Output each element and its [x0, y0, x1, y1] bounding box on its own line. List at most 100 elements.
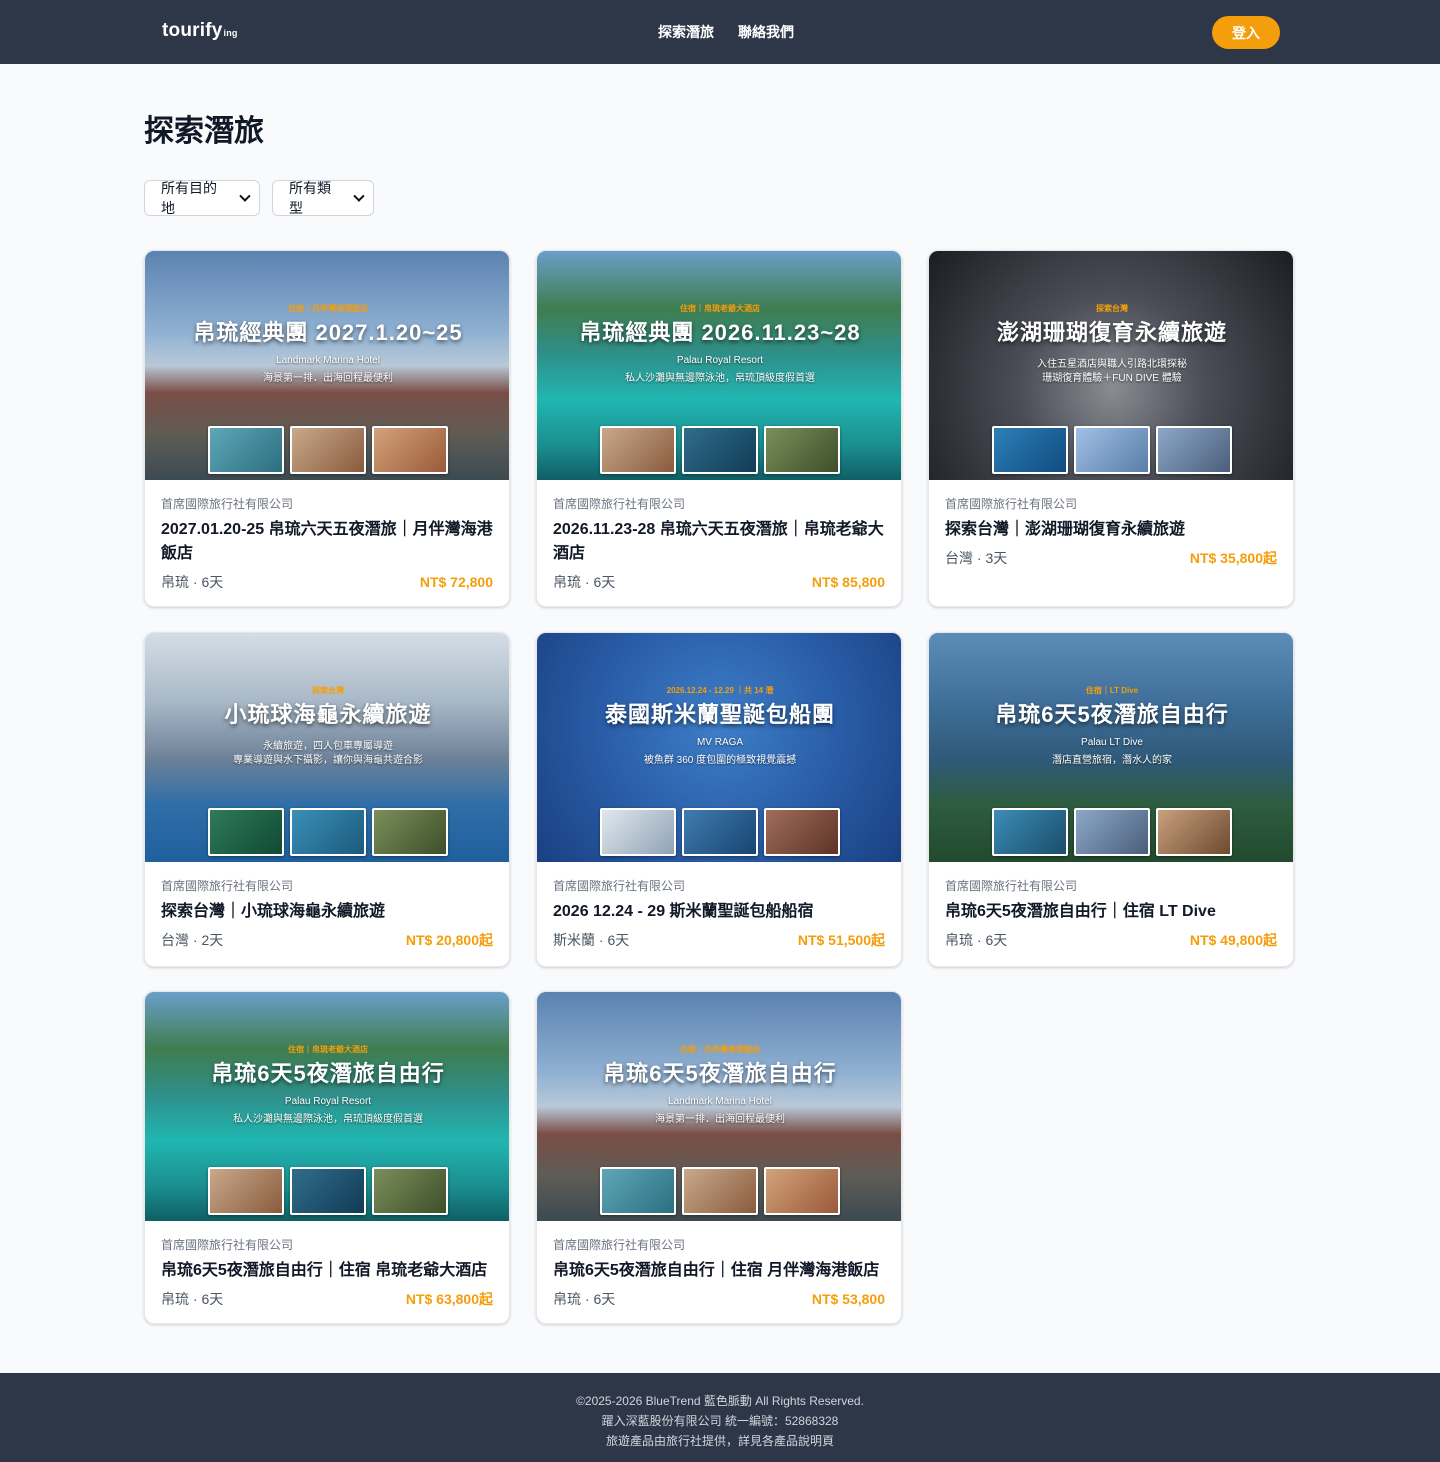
- tour-meta: 帛琉 · 6天 NT$ 63,800起: [161, 1289, 493, 1309]
- image-subtitle: MV RAGA: [696, 737, 744, 748]
- image-tag: 探索台灣: [1096, 304, 1128, 313]
- tour-location-duration: 帛琉 · 6天: [553, 1291, 616, 1307]
- tour-name[interactable]: 2026.11.23-28 帛琉六天五夜潛旅｜帛琉老爺大酒店: [553, 518, 885, 566]
- tour-name[interactable]: 探索台灣｜澎湖珊瑚復育永續旅遊: [945, 518, 1277, 542]
- thumbnail-photo: [290, 1167, 366, 1215]
- image-tag: 2026.12.24 - 12.29 ｜共 14 潛: [666, 686, 774, 695]
- thumbnail-photo: [290, 426, 366, 474]
- thumbnail-photo: [1074, 808, 1150, 856]
- tour-agency: 首席國際旅行社有限公司: [553, 497, 686, 511]
- tour-card[interactable]: 探索台灣 澎湖珊瑚復育永續旅遊 入住五星酒店與職人引路北環探秘 珊瑚復育體驗＋F…: [928, 250, 1294, 607]
- tour-price: NT$ 35,800起: [1189, 550, 1277, 566]
- image-title: 帛琉經典團 2026.11.23~28: [579, 320, 861, 345]
- image-thumbnails: [992, 426, 1232, 474]
- tour-card[interactable]: 探索台灣 小琉球海龜永續旅遊 永續旅遊，四人包車專屬導遊 專業導遊與水下攝影，讓…: [144, 632, 510, 967]
- tour-location-duration: 台灣 · 2天: [161, 932, 224, 948]
- tour-name[interactable]: 帛琉6天5夜潛旅自由行｜住宿 LT Dive: [945, 900, 1277, 924]
- image-subtitle: Landmark Marina Hotel: [668, 1096, 772, 1107]
- image-title: 小琉球海龜永續旅遊: [224, 702, 432, 727]
- nav-explore-dive-trips[interactable]: 探索潛旅: [658, 22, 714, 42]
- thumbnail-photo: [764, 1167, 840, 1215]
- tour-card-image: 住宿｜月伴灣海港飯店 帛琉6天5夜潛旅自由行 Landmark Marina H…: [537, 992, 901, 1221]
- image-caption: 海景第一排．出海回程最便利: [263, 373, 393, 384]
- thumbnail-photo: [600, 808, 676, 856]
- image-caption: 海景第一排．出海回程最便利: [655, 1114, 785, 1125]
- tour-card[interactable]: 2026.12.24 - 12.29 ｜共 14 潛 泰國斯米蘭聖誕包船團 MV…: [536, 632, 902, 967]
- tour-location-duration: 帛琉 · 6天: [945, 932, 1008, 948]
- footer-disclaimer: 旅遊產品由旅行社提供，詳見各產品說明頁: [605, 1434, 834, 1448]
- tour-card-image: 住宿｜帛琉老爺大酒店 帛琉經典團 2026.11.23~28 Palau Roy…: [537, 251, 901, 480]
- thumbnail-photo: [682, 1167, 758, 1215]
- thumbnail-photo: [764, 426, 840, 474]
- image-thumbnails: [992, 808, 1232, 856]
- tour-card[interactable]: 住宿｜月伴灣海港飯店 帛琉6天5夜潛旅自由行 Landmark Marina H…: [536, 991, 902, 1324]
- image-subtitle: Palau Royal Resort: [676, 355, 764, 366]
- image-thumbnails: [600, 808, 840, 856]
- thumbnail-photo: [372, 426, 448, 474]
- tour-card[interactable]: 住宿｜月伴灣海港飯店 帛琉經典團 2027.1.20~25 Landmark M…: [144, 250, 510, 607]
- image-thumbnails: [208, 808, 448, 856]
- tour-price: NT$ 72,800: [419, 574, 493, 590]
- type-select[interactable]: 所有類型: [272, 180, 374, 216]
- tour-card-image: 2026.12.24 - 12.29 ｜共 14 潛 泰國斯米蘭聖誕包船團 MV…: [537, 633, 901, 862]
- tour-agency: 首席國際旅行社有限公司: [553, 1238, 686, 1252]
- tour-meta: 帛琉 · 6天 NT$ 85,800: [553, 572, 885, 592]
- tour-name[interactable]: 2027.01.20-25 帛琉六天五夜潛旅｜月伴灣海港飯店: [161, 518, 493, 566]
- tour-meta: 帛琉 · 6天 NT$ 49,800起: [945, 930, 1277, 950]
- tour-name[interactable]: 帛琉6天5夜潛旅自由行｜住宿 帛琉老爺大酒店: [161, 1259, 493, 1283]
- image-subtitle: 永續旅遊，四人包車專屬導遊: [263, 741, 393, 752]
- thumbnail-photo: [372, 808, 448, 856]
- tour-card[interactable]: 住宿｜帛琉老爺大酒店 帛琉經典團 2026.11.23~28 Palau Roy…: [536, 250, 902, 607]
- thumbnail-photo: [764, 808, 840, 856]
- tour-meta: 斯米蘭 · 6天 NT$ 51,500起: [553, 930, 885, 950]
- image-thumbnails: [208, 1167, 448, 1215]
- tour-agency: 首席國際旅行社有限公司: [161, 879, 294, 893]
- tour-location-duration: 帛琉 · 6天: [553, 574, 616, 590]
- tour-price: NT$ 51,500起: [797, 932, 885, 948]
- tour-price: NT$ 53,800: [811, 1291, 885, 1307]
- tour-name[interactable]: 帛琉6天5夜潛旅自由行｜住宿 月伴灣海港飯店: [553, 1259, 885, 1283]
- destination-select[interactable]: 所有目的地: [144, 180, 260, 216]
- image-thumbnails: [208, 426, 448, 474]
- footer-company-info: 躍入深藍股份有限公司 統一編號：52868328: [601, 1414, 839, 1428]
- thumbnail-photo: [208, 808, 284, 856]
- tour-name[interactable]: 探索台灣｜小琉球海龜永續旅遊: [161, 900, 493, 924]
- filter-bar: 所有目的地 所有類型: [144, 180, 1296, 216]
- tour-card-image: 探索台灣 小琉球海龜永續旅遊 永續旅遊，四人包車專屬導遊 專業導遊與水下攝影，讓…: [145, 633, 509, 862]
- logo-suffix: ing: [223, 28, 238, 38]
- brand-logo[interactable]: tourifying: [162, 20, 238, 42]
- main-nav: 探索潛旅 聯絡我們: [658, 22, 794, 42]
- image-tag: 住宿｜LT Dive: [1085, 686, 1139, 695]
- thumbnail-photo: [372, 1167, 448, 1215]
- image-subtitle: Landmark Marina Hotel: [276, 355, 380, 366]
- thumbnail-photo: [992, 808, 1068, 856]
- image-tag: 住宿｜帛琉老爺大酒店: [680, 304, 760, 313]
- thumbnail-photo: [1156, 426, 1232, 474]
- image-caption: 私人沙灘與無邊際泳池，帛琉頂級度假首選: [625, 373, 815, 384]
- tour-location-duration: 帛琉 · 6天: [161, 574, 224, 590]
- image-subtitle: 入住五星酒店與職人引路北環探秘: [1037, 359, 1187, 370]
- tour-meta: 帛琉 · 6天 NT$ 53,800: [553, 1289, 885, 1309]
- thumbnail-photo: [600, 426, 676, 474]
- site-footer: ©2025-2026 BlueTrend 藍色脈動 All Rights Res…: [0, 1373, 1440, 1462]
- tour-meta: 台灣 · 3天 NT$ 35,800起: [945, 548, 1277, 568]
- tour-location-duration: 帛琉 · 6天: [161, 1291, 224, 1307]
- nav-contact-us[interactable]: 聯絡我們: [738, 22, 794, 42]
- tour-card-image: 住宿｜LT Dive 帛琉6天5夜潛旅自由行 Palau LT Dive 潛店直…: [929, 633, 1293, 862]
- destination-select-value: 所有目的地: [161, 180, 217, 216]
- tour-card[interactable]: 住宿｜帛琉老爺大酒店 帛琉6天5夜潛旅自由行 Palau Royal Resor…: [144, 991, 510, 1324]
- thumbnail-photo: [208, 1167, 284, 1215]
- tour-agency: 首席國際旅行社有限公司: [161, 497, 294, 511]
- image-title: 澎湖珊瑚復育永續旅遊: [996, 320, 1227, 345]
- tour-card[interactable]: 住宿｜LT Dive 帛琉6天5夜潛旅自由行 Palau LT Dive 潛店直…: [928, 632, 1294, 967]
- login-button[interactable]: 登入: [1212, 16, 1280, 49]
- thumbnail-photo: [1156, 808, 1232, 856]
- tour-name[interactable]: 2026 12.24 - 29 斯米蘭聖誕包船船宿: [553, 900, 885, 924]
- type-select-value: 所有類型: [289, 180, 331, 216]
- image-caption: 專業導遊與水下攝影，讓你與海龜共遊合影: [233, 755, 423, 766]
- image-subtitle: Palau LT Dive: [1081, 737, 1143, 748]
- page-title: 探索潛旅: [144, 115, 264, 148]
- tour-card-image: 探索台灣 澎湖珊瑚復育永續旅遊 入住五星酒店與職人引路北環探秘 珊瑚復育體驗＋F…: [929, 251, 1293, 480]
- image-tag: 住宿｜月伴灣海港飯店: [680, 1045, 760, 1054]
- image-thumbnails: [600, 426, 840, 474]
